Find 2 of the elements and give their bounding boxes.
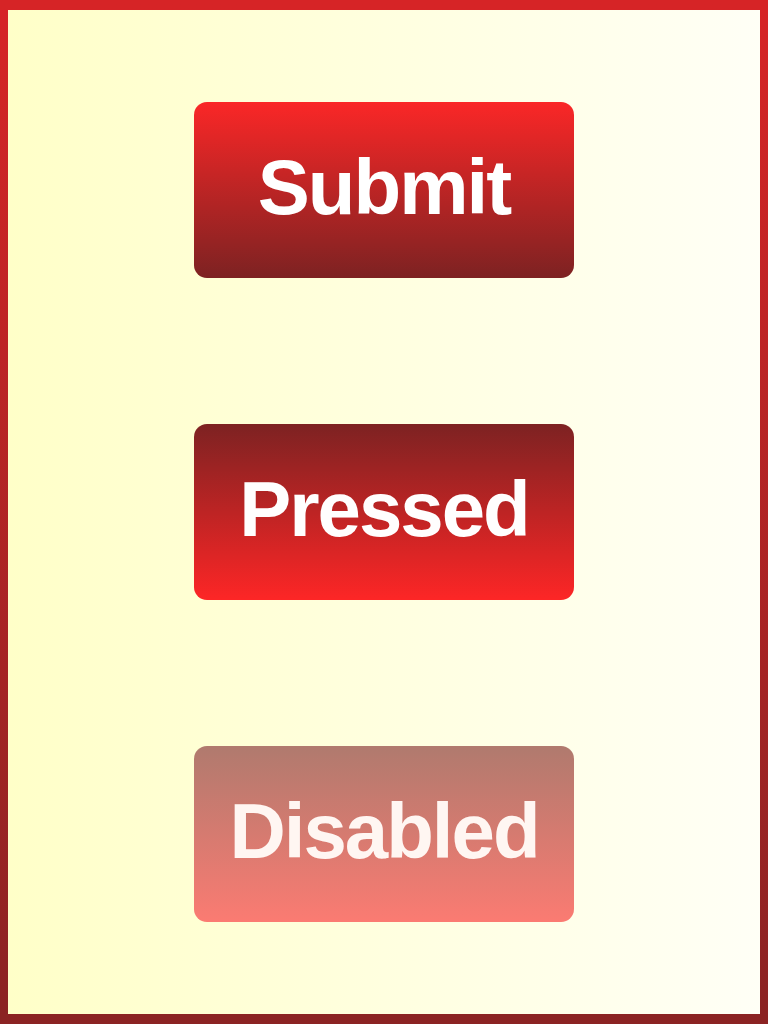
action-button[interactable]: Submit <box>194 102 574 278</box>
action-button[interactable]: Pressed <box>194 424 574 600</box>
